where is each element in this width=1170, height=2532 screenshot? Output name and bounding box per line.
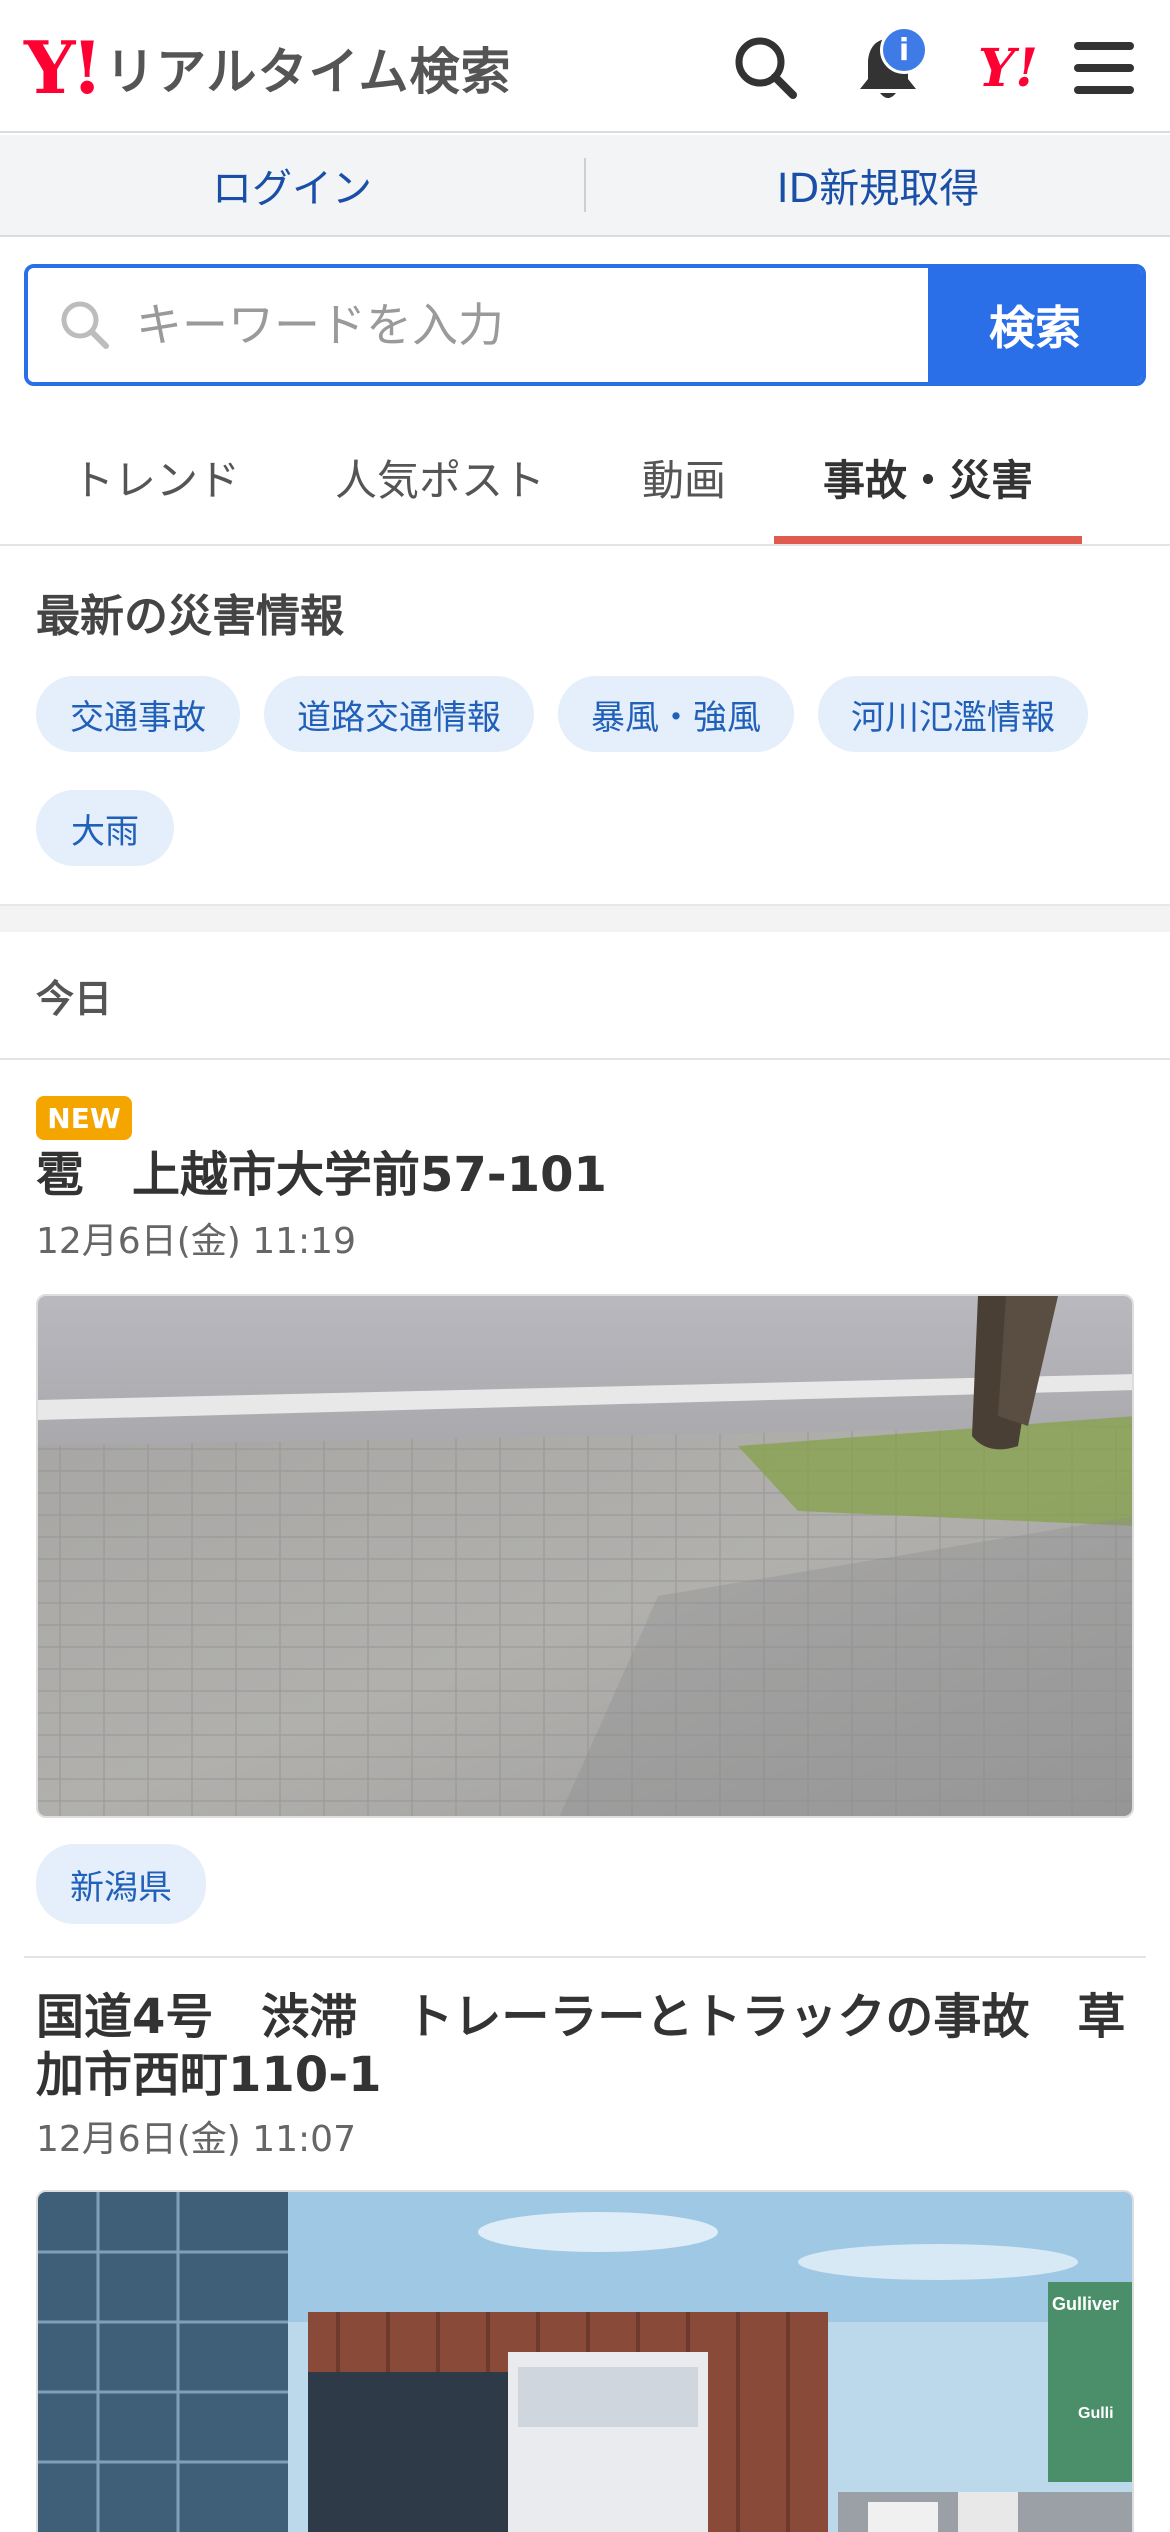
post-separator <box>24 1956 1146 1958</box>
search-box: 検索 <box>24 264 1146 386</box>
new-badge: NEW <box>36 1096 132 1140</box>
tab-accident-disaster[interactable]: 事故・災害 <box>774 410 1082 544</box>
logo-title: リアルタイム検索 <box>105 43 512 101</box>
menu-icon[interactable] <box>1062 26 1146 110</box>
search-icon[interactable] <box>724 26 808 110</box>
chip-prefecture-niigata[interactable]: 新潟県 <box>36 1844 206 1924</box>
section-divider <box>0 1058 1170 1060</box>
chip-traffic-accident[interactable]: 交通事故 <box>36 676 240 752</box>
post-photo-accident[interactable]: Gulliver Gulli <box>36 2190 1134 2532</box>
yahoo-small-logo: Y! <box>978 37 1038 99</box>
search-button[interactable]: 検索 <box>928 268 1142 382</box>
yahoo-home-link[interactable]: Y! <box>966 26 1050 110</box>
yahoo-logo-mark: Y! <box>24 25 103 110</box>
section-gap <box>0 904 1170 932</box>
login-bar: ログイン ID新規取得 <box>0 135 1170 237</box>
yahoo-realtime-logo[interactable]: Y! リアルタイム検索 <box>24 28 512 108</box>
chip-storm-wind[interactable]: 暴風・強風 <box>558 676 794 752</box>
post-title[interactable]: 国道4号 渋滞 トレーラーとトラックの事故 草加市西町110-1 <box>36 1988 1136 2104</box>
tab-trend[interactable]: トレンド <box>36 410 276 544</box>
post-title[interactable]: 雹 上越市大学前57-101 <box>36 1146 1136 1204</box>
store-sign-text-lower: Gulli <box>1078 2405 1114 2422</box>
post-time: 12月6日(金) 11:19 <box>36 1221 356 1262</box>
register-link[interactable]: ID新規取得 <box>586 156 1170 214</box>
search-field-icon <box>61 301 109 349</box>
search-input[interactable] <box>136 298 836 352</box>
chip-river-flood[interactable]: 河川氾濫情報 <box>818 676 1088 752</box>
notification-badge: i <box>880 26 928 74</box>
app-header: Y! リアルタイム検索 i Y! <box>0 0 1170 133</box>
search-field[interactable] <box>28 268 928 382</box>
notification-button[interactable]: i <box>846 26 930 110</box>
disaster-info-title: 最新の災害情報 <box>36 591 344 642</box>
category-tabs: トレンド 人気ポスト 動画 事故・災害 <box>0 410 1170 546</box>
tab-video[interactable]: 動画 <box>614 410 754 544</box>
post-photo-hail[interactable] <box>36 1294 1134 1818</box>
chip-road-traffic[interactable]: 道路交通情報 <box>264 676 534 752</box>
tab-popular-posts[interactable]: 人気ポスト <box>318 410 562 544</box>
post-time: 12月6日(金) 11:07 <box>36 2119 356 2160</box>
chip-heavy-rain[interactable]: 大雨 <box>36 790 174 866</box>
day-label: 今日 <box>36 977 113 1021</box>
store-sign-text: Gulliver <box>1052 2294 1119 2314</box>
login-link[interactable]: ログイン <box>0 156 584 214</box>
